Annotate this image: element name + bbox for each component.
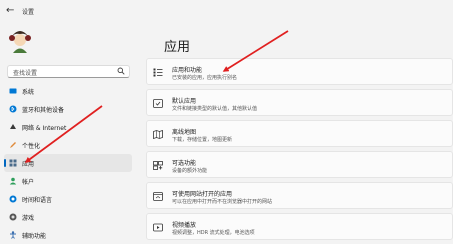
card-optional-features[interactable]: 可选功能 设备的额外功能 [146,151,453,178]
settings-cards: 应用和功能 已安装的应用，应用执行别名 默认应用 文件和链接类型的默认值，其他默… [146,58,453,244]
video-icon [153,223,163,232]
game-icon [9,213,17,221]
sidebar-item-accessibility[interactable]: 辅助功能 [4,226,132,244]
card-description: 文件和链接类型的默认值，其他默认值 [172,106,258,112]
sidebar-item-system[interactable]: 系统 [4,82,132,100]
sidebar-nav: 系统 蓝牙和其他设备 网络 & Internet 个性化 应用 帐户 时间和语言… [4,82,132,244]
card-offline-maps[interactable]: 离线地图 下载，存储位置，地图更新 [146,120,453,147]
sidebar-item-apps[interactable]: 应用 [4,154,132,172]
page-title: 应用 [164,40,191,55]
default-apps-icon [153,99,163,108]
sidebar-item-time-language[interactable]: 时间和语言 [4,190,132,208]
card-title: 离线地图 [172,129,197,136]
sidebar-item-label: 帐户 [22,178,35,186]
search-icon[interactable] [117,67,125,75]
back-arrow-icon[interactable]: ← [6,5,14,16]
account-icon [9,177,17,185]
card-title: 应用和功能 [172,67,203,74]
apps-icon [9,159,17,167]
sidebar-item-bluetooth[interactable]: 蓝牙和其他设备 [4,100,132,118]
bluetooth-icon [9,105,17,113]
sidebar-item-label: 系统 [22,88,35,96]
selection-indicator [4,159,6,167]
sidebar-item-accounts[interactable]: 帐户 [4,172,132,190]
card-description: 可以在应用中打开而不在浏览器中打开的网站 [172,199,273,205]
sidebar-item-network[interactable]: 网络 & Internet [4,118,132,136]
title-bar: ← 设置 [0,0,453,24]
card-description: 下载，存储位置，地图更新 [172,137,233,143]
sidebar-item-label: 网络 & Internet [22,124,67,132]
app-title: 设置 [22,9,35,16]
card-apps-features[interactable]: 应用和功能 已安装的应用，应用执行别名 [146,58,453,85]
card-description: 设备的额外功能 [172,168,208,174]
sidebar-item-personalization[interactable]: 个性化 [4,136,132,154]
user-avatar[interactable] [7,28,33,54]
accessibility-icon [9,231,17,239]
card-title: 可选功能 [172,160,197,167]
apps-list-icon [153,68,163,77]
pencil-icon [9,141,17,149]
system-icon [9,87,17,95]
sidebar-item-label: 辅助功能 [22,232,47,240]
map-icon [153,130,163,139]
network-icon [9,123,17,131]
card-title: 可使用网站打开的应用 [172,191,233,198]
sidebar-item-label: 蓝牙和其他设备 [22,106,65,114]
search-placeholder: 查找设置 [13,70,38,77]
card-video-playback[interactable]: 视频播放 视频调整，HDR 流式处理，电池选项 [146,213,453,240]
card-title: 视频播放 [172,222,197,229]
sidebar-item-label: 游戏 [22,214,35,222]
search-input[interactable]: 查找设置 [7,65,130,78]
card-apps-for-websites[interactable]: 可使用网站打开的应用 可以在应用中打开而不在浏览器中打开的网站 [146,182,453,209]
sidebar-item-label: 时间和语言 [22,196,53,204]
sidebar-item-gaming[interactable]: 游戏 [4,208,132,226]
card-description: 已安装的应用，应用执行别名 [172,75,238,81]
globe-time-icon [9,195,17,203]
optional-features-icon [153,161,163,170]
sidebar-item-label: 个性化 [22,142,41,150]
sidebar-item-label: 应用 [22,160,35,168]
card-description: 视频调整，HDR 流式处理，电池选项 [172,230,255,236]
card-default-apps[interactable]: 默认应用 文件和链接类型的默认值，其他默认值 [146,89,453,116]
card-title: 默认应用 [172,98,197,105]
web-apps-icon [153,192,163,201]
